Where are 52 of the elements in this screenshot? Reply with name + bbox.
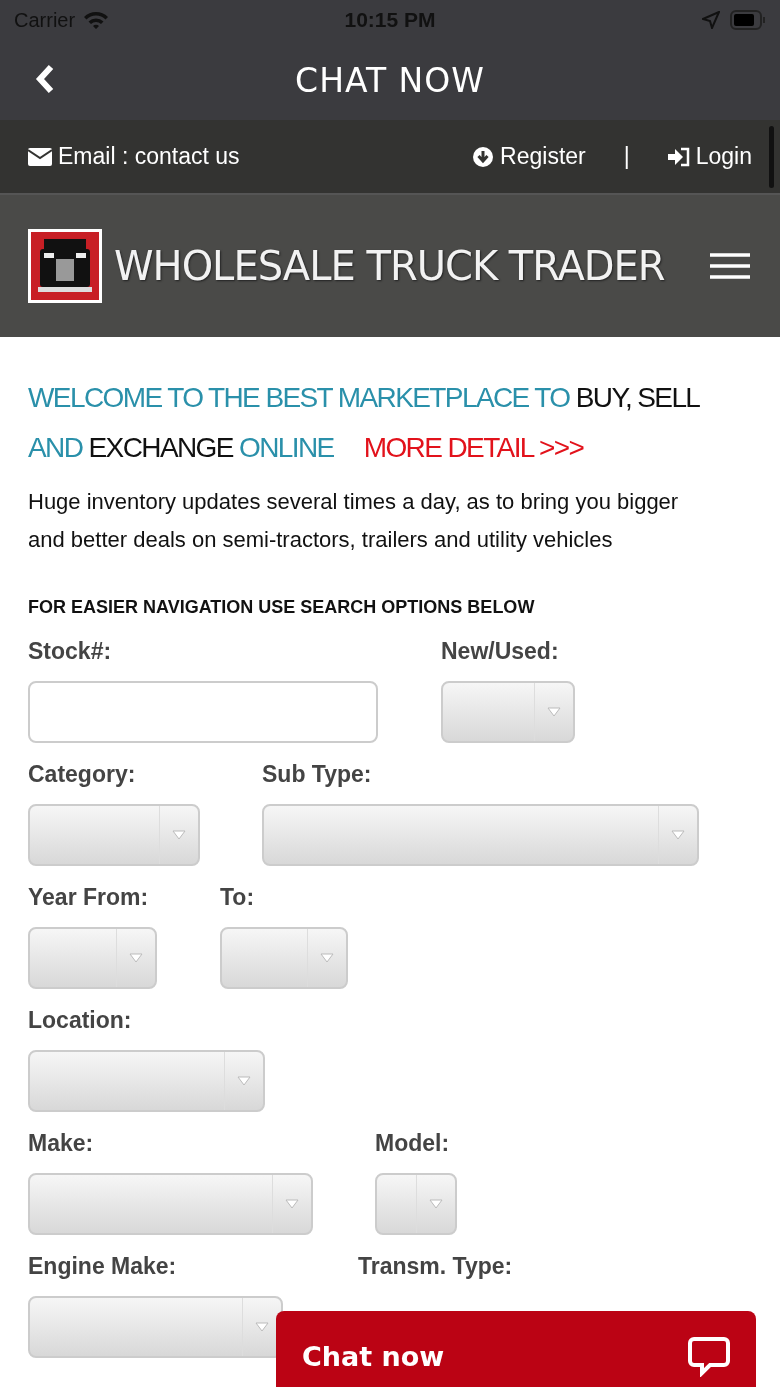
email-link[interactable]: Email : contact us [28, 143, 240, 170]
dropdown-field[interactable] [262, 804, 699, 866]
intro-paragraph: Huge inventory updates several times a day, as to bring you bigger and better deals on semi-tractors, trailers and utility vehicles [28, 488, 680, 554]
field-label: Sub Type: [262, 761, 373, 788]
dropdown-field[interactable] [28, 927, 157, 989]
dropdown-field[interactable] [28, 1050, 265, 1112]
field-label: Engine Make: [28, 1253, 178, 1280]
separator: | [623, 143, 630, 170]
dropdown-arrow-icon [237, 1076, 251, 1086]
dropdown-arrow-icon [547, 707, 561, 717]
dropdown-arrow-icon [285, 1199, 299, 1209]
dropdown-field[interactable] [28, 1296, 283, 1358]
more-detail-link[interactable]: MORE DETAIL >>> [363, 432, 584, 463]
envelope-icon [28, 146, 52, 167]
scroll-bar [769, 126, 774, 188]
location-arrow-icon [702, 11, 720, 29]
field-label: Year From: [28, 884, 150, 911]
battery-icon [730, 10, 766, 30]
dropdown-field[interactable] [441, 681, 575, 743]
dropdown-arrow-icon [429, 1199, 443, 1209]
welcome-headline: WELCOME TO THE BEST MARKETPLACE TO BUY, SELL AND EXCHANGE ONLINE MORE DETAIL >>> [28, 381, 700, 465]
chat-now-button[interactable]: Chat now [276, 1311, 756, 1387]
login-icon [667, 146, 690, 167]
dropdown-field[interactable] [220, 927, 348, 989]
dropdown-field[interactable] [28, 804, 200, 866]
field-label: To: [220, 884, 256, 911]
field-label: New/Used: [441, 638, 560, 665]
dropdown-arrow-icon [129, 953, 143, 963]
field-label: Stock#: [28, 638, 113, 665]
register-link[interactable]: Register [472, 143, 586, 170]
dropdown-arrow-icon [255, 1322, 269, 1332]
stock-input-field[interactable] [28, 681, 378, 743]
nav-title: CHAT NOW [295, 60, 485, 100]
dropdown-field[interactable] [375, 1173, 457, 1235]
dropdown-field[interactable] [28, 1173, 313, 1235]
wifi-icon [83, 10, 110, 30]
site-title: WHOLESALE TRUCK TRADER [114, 243, 666, 289]
field-label: Make: [28, 1130, 95, 1157]
download-icon [472, 145, 495, 168]
dropdown-arrow-icon [320, 953, 334, 963]
back-button[interactable] [34, 64, 56, 94]
field-label: Location: [28, 1007, 133, 1034]
login-link[interactable]: Login [667, 143, 752, 170]
search-heading: FOR EASIER NAVIGATION USE SEARCH OPTIONS BELOW [28, 597, 536, 618]
field-label: Model: [375, 1130, 451, 1157]
chat-bubble-icon [688, 1335, 730, 1377]
menu-button[interactable] [708, 251, 752, 281]
dropdown-arrow-icon [671, 830, 685, 840]
field-label: Transm. Type: [358, 1253, 514, 1280]
truck-logo-icon [28, 229, 102, 303]
dropdown-arrow-icon [172, 830, 186, 840]
field-label: Category: [28, 761, 137, 788]
